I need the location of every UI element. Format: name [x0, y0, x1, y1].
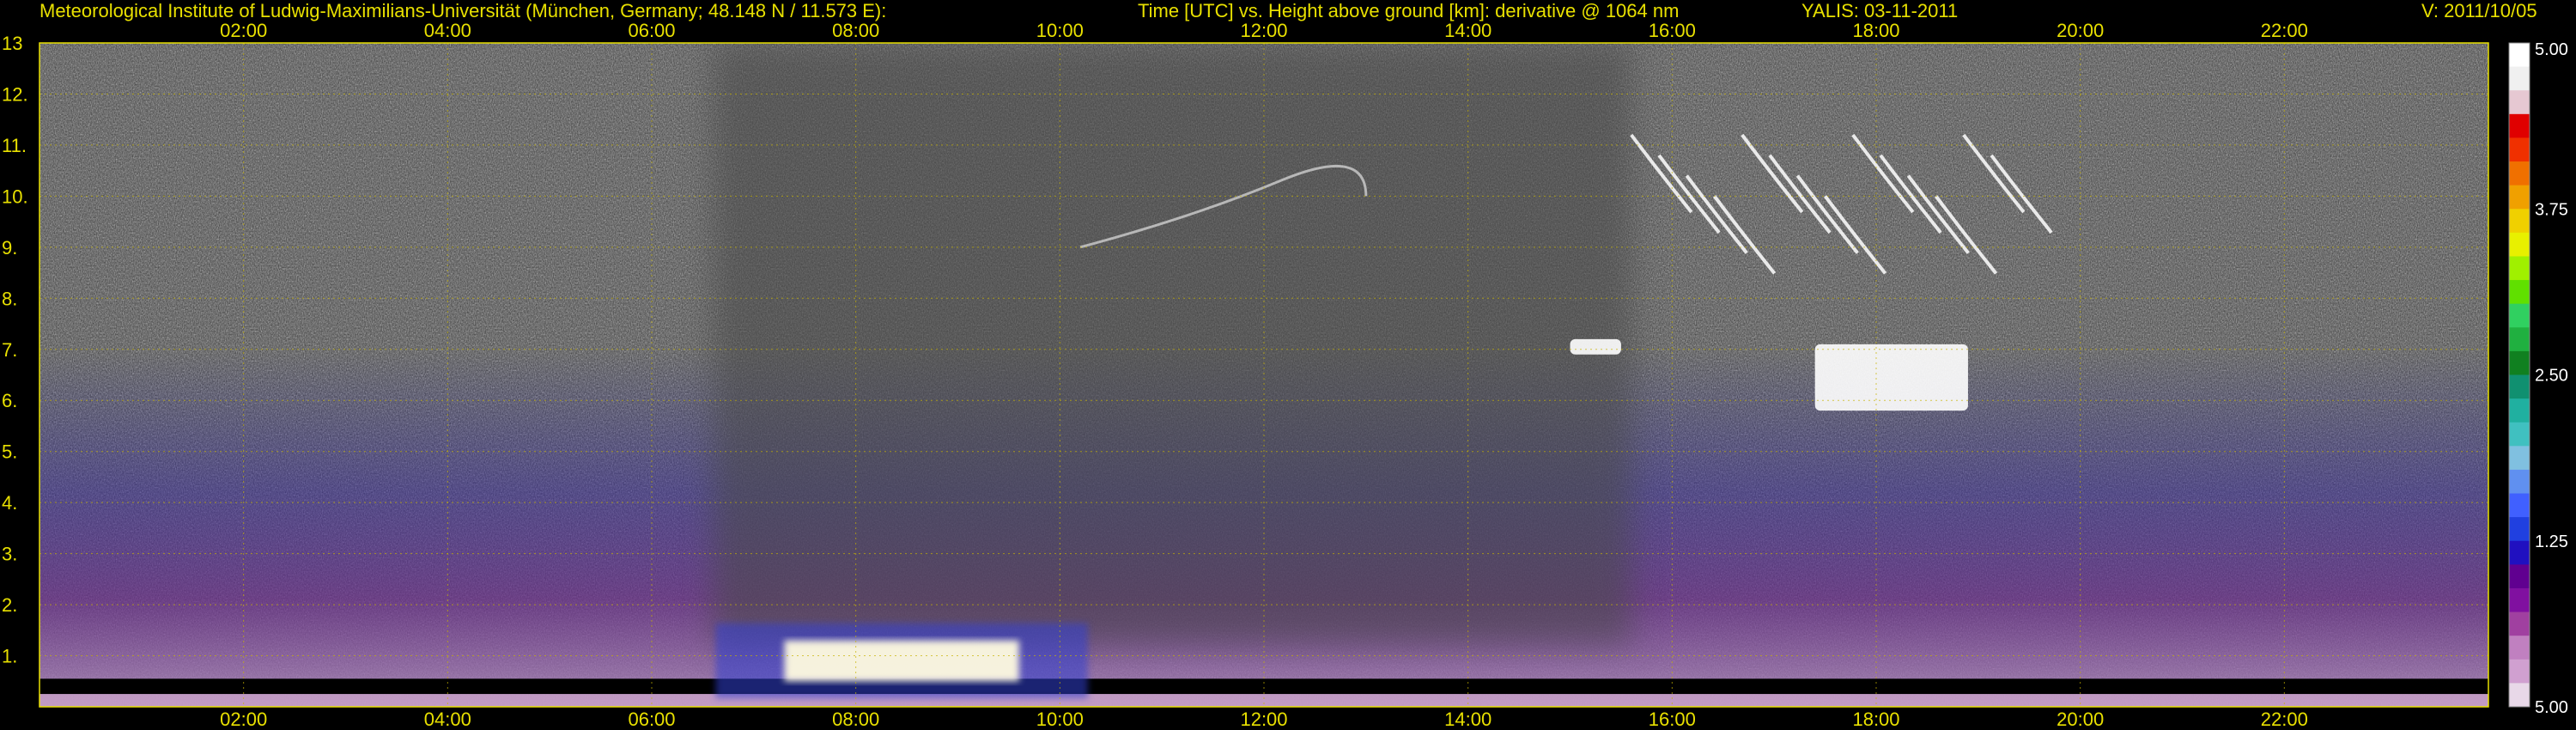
colorbar-tick-label: 5.00 [2535, 698, 2568, 717]
surface-dark-strip [39, 678, 2488, 695]
x-tick-label-bottom: 10:00 [1036, 709, 1084, 730]
y-tick-label: 9. [2, 237, 17, 259]
colorbar-swatch [2509, 209, 2530, 234]
x-tick-label-bottom: 14:00 [1444, 709, 1492, 730]
y-tick-label: 8. [2, 288, 17, 309]
header-axes-description: Time [UTC] vs. Height above ground [km]:… [1138, 0, 1679, 21]
header-version: V: 2011/10/05 [2421, 0, 2537, 21]
y-axis: 1. 2. 3. 4. 5. 6. 7. 8. 9. 10. 11. 12. 13 [2, 33, 28, 667]
header-institute: Meteorological Institute of Ludwig-Maxim… [39, 0, 886, 21]
colorbar-swatch [2509, 493, 2530, 518]
colorbar-swatch [2509, 398, 2530, 423]
x-tick-label-top: 10:00 [1036, 20, 1084, 41]
colorbar-swatch [2509, 256, 2530, 281]
colorbar-ticks: 5.00 3.75 2.50 1.25 5.00 [2535, 40, 2568, 717]
y-tick-label: 1. [2, 646, 17, 667]
colorbar-swatch [2509, 90, 2530, 115]
x-tick-label-bottom: 22:00 [2261, 709, 2308, 730]
x-axis-bottom: 02:00 04:00 06:00 08:00 10:00 12:00 14:00 16:00… [220, 709, 2308, 730]
plot-area [39, 43, 2488, 707]
x-tick-label-bottom: 20:00 [2057, 709, 2104, 730]
y-tick-label: 11. [2, 135, 27, 156]
x-tick-label-bottom: 18:00 [1852, 709, 1899, 730]
colorbar-swatch [2509, 303, 2530, 328]
x-tick-label-bottom: 16:00 [1649, 709, 1696, 730]
y-tick-label: 13 [2, 33, 22, 54]
colorbar-swatches [2509, 43, 2530, 708]
colorbar-swatch [2509, 232, 2530, 257]
x-tick-label-top: 20:00 [2057, 20, 2104, 41]
y-tick-label: 2. [2, 594, 17, 616]
colorbar-swatch [2509, 185, 2530, 210]
colorbar-swatch [2509, 659, 2530, 684]
x-tick-label-bottom: 12:00 [1240, 709, 1287, 730]
x-tick-label-top: 02:00 [220, 20, 267, 41]
colorbar-tick-label: 5.00 [2535, 40, 2568, 59]
colorbar-tick-label: 3.75 [2535, 200, 2568, 219]
x-tick-label-top: 22:00 [2261, 20, 2308, 41]
colorbar-tick-label: 2.50 [2535, 367, 2568, 386]
x-axis-top: 02:00 04:00 06:00 08:00 10:00 12:00 14:00 16:00… [220, 20, 2308, 41]
colorbar-swatch [2509, 517, 2530, 542]
colorbar-tick-label: 1.25 [2535, 532, 2568, 551]
x-tick-label-top: 04:00 [424, 20, 471, 41]
colorbar-swatch [2509, 137, 2530, 162]
x-tick-label-top: 14:00 [1444, 20, 1492, 41]
y-tick-label: 5. [2, 441, 17, 463]
x-tick-label-bottom: 04:00 [424, 709, 471, 730]
colorbar-swatch [2509, 683, 2530, 708]
colorbar-swatch [2509, 43, 2530, 68]
colorbar-swatch [2509, 587, 2530, 613]
midday-clear-region [713, 43, 1631, 646]
x-tick-label-bottom: 08:00 [832, 709, 879, 730]
colorbar-swatch [2509, 611, 2530, 636]
y-tick-label: 10. [2, 186, 28, 207]
x-tick-label-top: 16:00 [1649, 20, 1696, 41]
colorbar-swatch [2509, 422, 2530, 447]
colorbar-swatch [2509, 564, 2530, 589]
y-tick-label: 4. [2, 492, 17, 514]
colorbar-swatch [2509, 374, 2530, 399]
x-tick-label-bottom: 02:00 [220, 709, 267, 730]
y-tick-label: 7. [2, 339, 17, 361]
cloud-fragment [1570, 338, 1621, 355]
colorbar-swatch [2509, 113, 2530, 138]
x-tick-label-top: 06:00 [628, 20, 675, 41]
colorbar-swatch [2509, 66, 2530, 91]
colorbar-swatch [2509, 327, 2530, 352]
x-tick-label-top: 08:00 [832, 20, 879, 41]
colorbar-swatch [2509, 636, 2530, 660]
colorbar: 5.00 3.75 2.50 1.25 5.00 [2508, 40, 2568, 717]
x-tick-label-top: 12:00 [1240, 20, 1287, 41]
colorbar-swatch [2509, 446, 2530, 471]
aerosol-layer [784, 640, 1019, 682]
y-tick-label: 6. [2, 390, 17, 411]
x-tick-label-top: 18:00 [1852, 20, 1899, 41]
header-instrument-date: YALIS: 03-11-2011 [1801, 0, 1958, 21]
surface-strip [39, 694, 2488, 707]
y-tick-label: 3. [2, 544, 17, 565]
lidar-chart: Meteorological Institute of Ludwig-Maxim… [2, 0, 2568, 730]
colorbar-swatch [2509, 469, 2530, 495]
y-tick-label: 12. [2, 83, 28, 105]
x-tick-label-bottom: 06:00 [628, 709, 675, 730]
colorbar-swatch [2509, 161, 2530, 186]
colorbar-swatch [2509, 280, 2530, 305]
colorbar-swatch [2509, 540, 2530, 565]
colorbar-swatch [2509, 350, 2530, 375]
